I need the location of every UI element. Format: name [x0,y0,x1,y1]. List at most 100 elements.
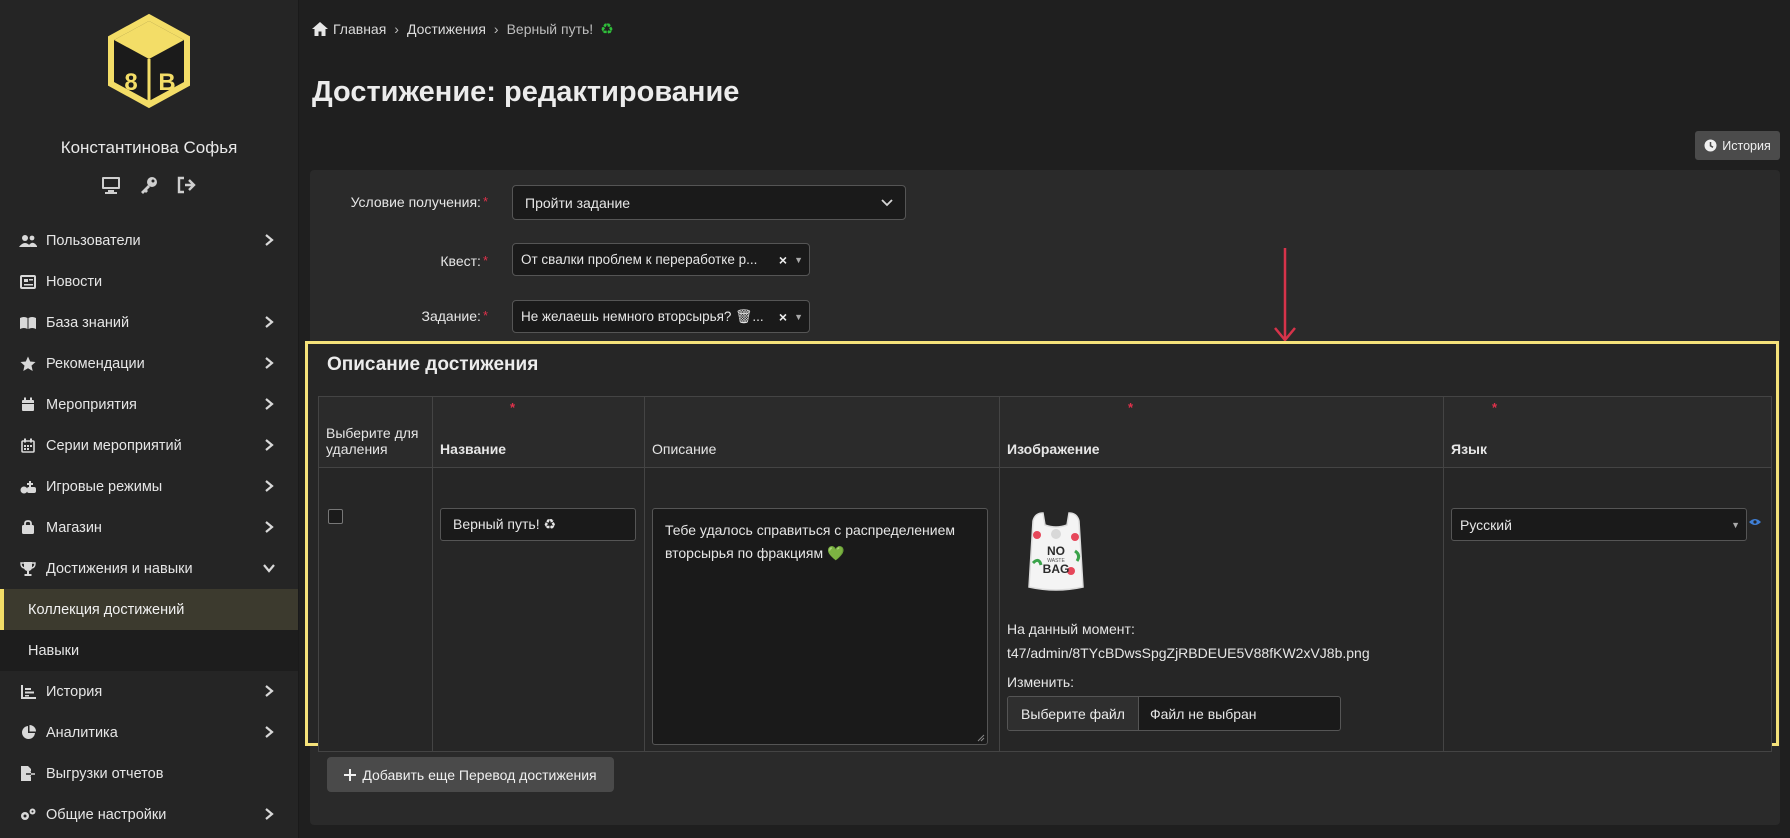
quest-label: Квест: * [330,253,488,269]
sidebar-item-event-series[interactable]: Серии мероприятий [0,425,298,466]
breadcrumb-section[interactable]: Достижения [407,21,486,37]
column-header-name-text: Название [440,441,507,457]
image-text-bottom: BAG [1043,562,1070,576]
sidebar-item-label: Аналитика [46,724,118,741]
clear-icon[interactable]: × [779,252,787,268]
quest-select[interactable]: От свалки проблем к переработке р... × ▼ [512,243,810,276]
language-select[interactable]: Русский ▼ [1451,508,1747,541]
column-header-image-text: Изображение [1007,441,1100,457]
sidebar-item-label: Игровые режимы [46,478,163,495]
sidebar-item-label: Навыки [28,642,80,659]
image-path-link[interactable]: t47/admin/8TYcBDwsSpgZjRBDEUE5V88fKW2xVJ… [1007,645,1370,661]
column-header-image: * Изображение [999,396,1444,468]
sidebar-item-label: Магазин [46,519,102,536]
users-icon [18,233,38,249]
monitor-icon[interactable] [100,174,122,196]
resize-handle-icon[interactable] [977,734,985,742]
sidebar-item-achievement-collection[interactable]: Коллекция достижений [0,589,298,630]
column-header-language: * Язык [1443,396,1772,468]
chevron-right-icon [265,357,274,369]
sidebar-item-game-modes[interactable]: Игровые режимы [0,466,298,507]
quest-value: От свалки проблем к переработке р... [521,252,758,267]
sidebar-item-shop[interactable]: Магазин [0,507,298,548]
sidebar-item-report-exports[interactable]: Выгрузки отчетов [0,753,298,794]
no-waste-bag-image[interactable]: NO WASTE BAG [1023,511,1089,594]
logo-icon[interactable]: 8 В [104,12,194,110]
eye-icon[interactable] [1749,518,1761,529]
sidebar-item-general-settings[interactable]: Общие настройки [0,794,298,835]
task-select[interactable]: Не желаешь немного вторсырья? 🗑... × ▼ [512,300,810,333]
trophy-icon [18,561,38,577]
plus-icon [344,768,357,781]
sidebar-item-label: Новости [46,273,103,290]
sidebar-item-users[interactable]: Пользователи [0,220,298,261]
sidebar-item-label: Мероприятия [46,396,137,413]
quest-label-text: Квест: [440,253,481,269]
add-translation-label: Добавить еще Перевод достижения [362,766,597,783]
condition-label-text: Условие получения: [350,194,481,210]
condition-select[interactable]: Пройти задание [512,185,906,220]
sidebar-item-label: Достижения и навыки [46,560,193,577]
user-actions [0,174,298,196]
language-value: Русский [1460,516,1512,533]
sidebar-item-label: Рекомендации [46,355,145,372]
sidebar-item-achievements[interactable]: Достижения и навыки [0,548,298,589]
sidebar-item-knowledge-base[interactable]: База знаний [0,302,298,343]
newspaper-icon [18,274,38,290]
description-textarea[interactable]: Тебе удалось справиться с распределением… [652,508,988,745]
home-icon[interactable] [312,22,328,36]
choose-file-button[interactable]: Выберите файл [1008,697,1139,730]
required-mark: * [482,194,488,209]
delete-checkbox[interactable] [328,509,343,524]
task-label-text: Задание: [421,308,481,324]
history-button[interactable]: История [1695,131,1780,160]
chevron-right-icon [265,439,274,451]
name-input[interactable]: Верный путь! ♻ [440,508,636,541]
logout-icon[interactable] [176,174,198,196]
bag-icon [18,520,38,536]
chevron-right-icon [265,808,274,820]
recycle-icon: ♻ [600,21,614,38]
add-translation-button[interactable]: Добавить еще Перевод достижения [327,757,614,792]
dropdown-triangle-icon: ▼ [794,311,803,322]
gears-icon [18,807,38,823]
breadcrumb: Главная › Достижения › Верный путь! ♻ [312,20,614,38]
svg-text:В: В [158,69,175,96]
sidebar-item-events[interactable]: Мероприятия [0,384,298,425]
image-cell: NO WASTE BAG На данный момент: t47/admin… [999,467,1444,752]
sidebar: 8 В Константинова Софья Пользователи Нов… [0,0,299,838]
sidebar-item-label: История [46,683,103,700]
sidebar-item-recommendations[interactable]: Рекомендации [0,343,298,384]
breadcrumb-separator: › [394,21,399,37]
column-header-delete-text: Выберите для удаления [326,425,419,457]
required-mark: * [482,253,488,268]
chevron-down-icon [881,198,893,206]
book-icon [18,315,38,331]
image-current-label: На данный момент: [1007,621,1135,637]
name-input-value: Верный путь! ♻ [453,516,557,532]
description-cell: Тебе удалось справиться с распределением… [644,467,1000,752]
breadcrumb-home[interactable]: Главная [333,21,386,37]
file-export-icon [18,766,38,782]
clear-icon[interactable]: × [779,309,787,325]
user-name: Константинова Софья [60,138,238,157]
sidebar-item-analytics[interactable]: Аналитика [0,712,298,753]
sidebar-item-label: Общие настройки [46,806,167,823]
image-file-input[interactable]: Выберите файл Файл не выбран [1007,696,1341,731]
sidebar-item-news[interactable]: Новости [0,261,298,302]
key-icon[interactable] [138,174,160,196]
task-label: Задание: * [330,308,489,324]
image-text-top: NO [1047,544,1065,558]
chevron-right-icon [265,398,274,410]
sidebar-item-history[interactable]: История [0,671,298,712]
sidebar-item-skills[interactable]: Навыки [0,630,298,671]
chevron-right-icon [265,480,274,492]
svg-text:8: 8 [124,69,137,96]
calendar-grid-icon [18,438,38,454]
required-mark: * [482,308,488,323]
condition-value: Пройти задание [525,194,631,211]
history-button-label: История [1722,138,1771,153]
chevron-down-icon [263,564,275,573]
required-mark: * [1492,400,1498,415]
sidebar-item-label: Серии мероприятий [46,437,182,454]
